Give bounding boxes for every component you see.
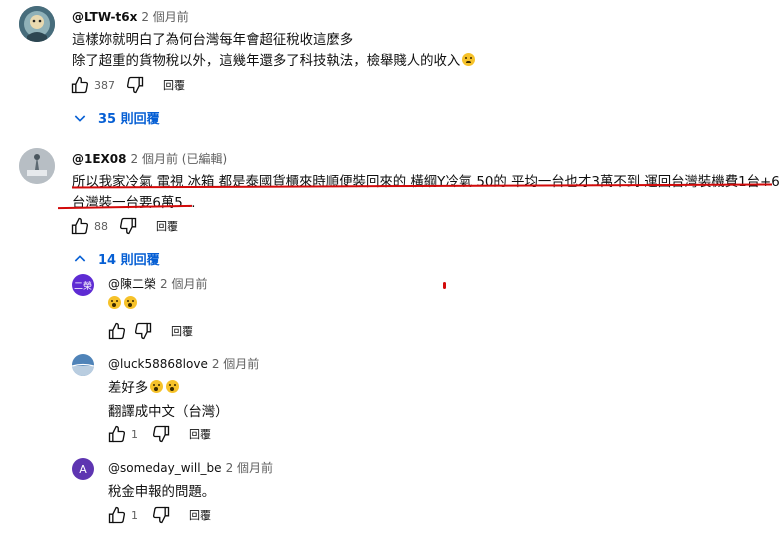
reply-author[interactable]: @陳二榮 bbox=[108, 277, 156, 291]
comment-time[interactable]: 2 個月前 bbox=[141, 10, 188, 24]
astonished-face-emoji bbox=[150, 380, 164, 393]
like-button[interactable] bbox=[107, 505, 127, 525]
thumb-up-icon bbox=[71, 76, 89, 94]
reply-time[interactable]: 2 個月前 bbox=[226, 461, 273, 475]
annotation-mark bbox=[443, 282, 446, 289]
reply-button[interactable]: 回覆 bbox=[189, 426, 211, 442]
comment-text-line: 除了超重的貨物稅以外，這幾年還多了科技執法，檢舉賤人的收入 bbox=[72, 49, 476, 69]
dislike-button[interactable] bbox=[151, 424, 171, 444]
avatar[interactable]: A bbox=[72, 458, 94, 480]
comment-header: @1EX08 2 個月前 (已編輯) bbox=[72, 150, 227, 167]
thumb-down-icon bbox=[134, 322, 152, 340]
astonished-face-emoji bbox=[124, 296, 137, 309]
reply-button[interactable]: 回覆 bbox=[163, 77, 185, 93]
crying-face-emoji bbox=[462, 53, 476, 66]
thumb-down-icon bbox=[119, 217, 137, 235]
thumb-up-icon bbox=[108, 322, 126, 340]
comment-author[interactable]: @LTW-t6x bbox=[72, 10, 137, 24]
dislike-button[interactable] bbox=[125, 75, 145, 95]
avatar[interactable]: 二榮 bbox=[72, 274, 94, 296]
thumb-down-icon bbox=[152, 425, 170, 443]
thumb-up-icon bbox=[71, 217, 89, 235]
reply-header: @luck58868love 2 個月前 bbox=[108, 355, 259, 372]
reply-actions: 1 回覆 bbox=[107, 424, 211, 444]
like-button[interactable] bbox=[107, 321, 127, 341]
dislike-button[interactable] bbox=[133, 321, 153, 341]
chevron-down-icon bbox=[74, 114, 86, 122]
translate-link[interactable]: 翻譯成中文（台灣） bbox=[108, 400, 229, 420]
reply-author[interactable]: @someday_will_be bbox=[108, 461, 222, 475]
reply-time[interactable]: 2 個月前 bbox=[212, 357, 259, 371]
reply-header: @陳二榮 2 個月前 bbox=[108, 275, 207, 292]
reply-button[interactable]: 回覆 bbox=[189, 507, 211, 523]
like-count: 1 bbox=[131, 427, 138, 441]
thumb-up-icon bbox=[108, 506, 126, 524]
reply-text-line bbox=[108, 296, 137, 312]
avatar[interactable] bbox=[19, 6, 55, 42]
reply-actions: 1 回覆 bbox=[107, 505, 211, 525]
chevron-up-icon bbox=[74, 254, 86, 262]
reply-author[interactable]: @luck58868love bbox=[108, 357, 208, 371]
thumb-up-icon bbox=[108, 425, 126, 443]
avatar[interactable] bbox=[72, 354, 94, 376]
astonished-face-emoji bbox=[108, 296, 121, 309]
reply-button[interactable]: 回覆 bbox=[156, 218, 178, 234]
comment-author[interactable]: @1EX08 bbox=[72, 152, 127, 166]
replies-toggle[interactable]: 35 則回覆 bbox=[72, 108, 160, 127]
thumb-down-icon bbox=[126, 76, 144, 94]
replies-toggle[interactable]: 14 則回覆 bbox=[72, 249, 160, 268]
reply-time[interactable]: 2 個月前 bbox=[160, 277, 207, 291]
avatar[interactable] bbox=[19, 148, 55, 184]
dislike-button[interactable] bbox=[151, 505, 171, 525]
like-button[interactable] bbox=[70, 75, 90, 95]
reply-text-line: 差好多 bbox=[108, 376, 180, 396]
like-count: 88 bbox=[94, 219, 108, 233]
dislike-button[interactable] bbox=[118, 216, 138, 236]
reply-actions: 回覆 bbox=[107, 321, 193, 341]
astonished-face-emoji bbox=[166, 380, 180, 393]
comment-header: @LTW-t6x 2 個月前 bbox=[72, 8, 189, 25]
comment-text-line: 這樣妳就明白了為何台灣每年會超征稅收這麼多 bbox=[72, 33, 354, 48]
like-button[interactable] bbox=[70, 216, 90, 236]
like-count: 387 bbox=[94, 78, 115, 92]
like-count: 1 bbox=[131, 508, 138, 522]
comment-time[interactable]: 2 個月前 (已編輯) bbox=[131, 152, 228, 166]
comment-actions: 387 回覆 bbox=[70, 75, 185, 95]
reply-header: @someday_will_be 2 個月前 bbox=[108, 459, 273, 476]
thumb-down-icon bbox=[152, 506, 170, 524]
like-button[interactable] bbox=[107, 424, 127, 444]
comment-actions: 88 回覆 bbox=[70, 216, 178, 236]
reply-text-line: 稅金申報的問題。 bbox=[108, 485, 216, 500]
reply-button[interactable]: 回覆 bbox=[171, 323, 193, 339]
